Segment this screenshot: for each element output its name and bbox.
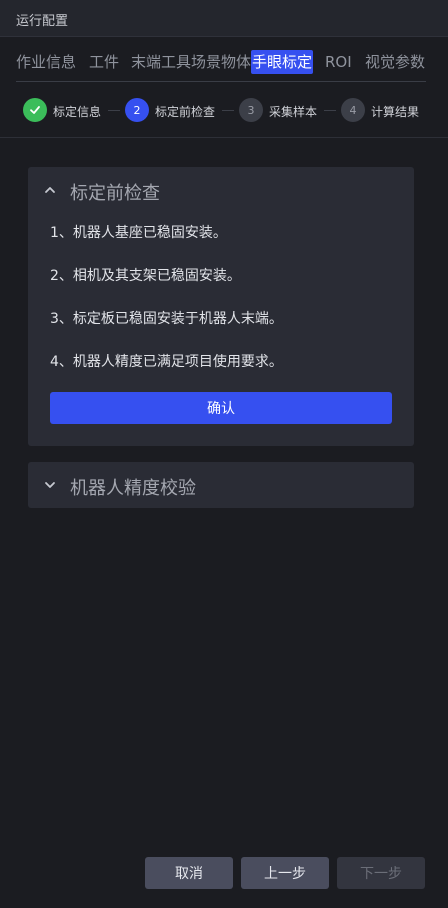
step-4-indicator: 4 — [341, 98, 365, 122]
precheck-item: 2、相机及其支架已稳固安装。 — [50, 268, 241, 284]
tab-end-tool[interactable]: 末端工具 — [131, 50, 191, 74]
tab-scene-objects[interactable]: 场景物体 — [191, 50, 251, 74]
precheck-item: 4、机器人精度已满足项目使用要求。 — [50, 354, 283, 370]
precision-title[interactable]: 机器人精度校验 — [70, 474, 196, 500]
precision-section[interactable]: 机器人精度校验 — [28, 462, 414, 508]
step-4-label: 计算结果 — [371, 105, 420, 119]
next-step-button[interactable]: 下一步 — [337, 857, 425, 889]
check-icon — [30, 106, 40, 114]
step-3-label: 采集样本 — [269, 105, 318, 119]
chevron-up-icon[interactable] — [44, 184, 56, 196]
steps-divider — [0, 137, 448, 138]
precheck-item: 3、标定板已稳固安装于机器人末端。 — [50, 311, 283, 327]
precheck-section: 标定前检查 1、机器人基座已稳固安装。 2、相机及其支架已稳固安装。 3、标定板… — [28, 167, 414, 446]
cancel-button[interactable]: 取消 — [145, 857, 233, 889]
tab-roi[interactable]: ROI — [325, 50, 352, 74]
title-bar: 运行配置 — [0, 0, 448, 37]
precheck-title[interactable]: 标定前检查 — [70, 179, 160, 205]
confirm-button[interactable]: 确认 — [50, 392, 392, 424]
chevron-down-icon[interactable] — [44, 479, 56, 491]
step-3-indicator: 3 — [239, 98, 263, 122]
tab-vision-params[interactable]: 视觉参数 — [365, 50, 425, 74]
tab-bar: 作业信息 工件 末端工具 场景物体 手眼标定 ROI 视觉参数 — [0, 36, 448, 82]
precheck-item: 1、机器人基座已稳固安装。 — [50, 225, 227, 241]
step-1-indicator — [23, 98, 47, 122]
step-1-label: 标定信息 — [53, 105, 102, 119]
step-2-indicator: 2 — [125, 98, 149, 122]
run-config-panel: 运行配置 作业信息 工件 末端工具 场景物体 手眼标定 ROI 视觉参数 标定信… — [0, 0, 448, 908]
step-connector — [222, 110, 234, 111]
previous-step-button[interactable]: 上一步 — [241, 857, 329, 889]
tab-workpiece[interactable]: 工件 — [89, 50, 119, 74]
tab-divider — [16, 81, 426, 82]
step-connector — [324, 110, 336, 111]
step-2-label: 标定前检查 — [155, 105, 216, 119]
step-connector — [108, 110, 120, 111]
tab-job-info[interactable]: 作业信息 — [16, 50, 76, 74]
stepper: 标定信息 2 标定前检查 3 采集样本 4 计算结果 — [0, 94, 448, 128]
tab-hand-eye-calibration[interactable]: 手眼标定 — [251, 50, 314, 74]
window-title: 运行配置 — [16, 14, 69, 29]
